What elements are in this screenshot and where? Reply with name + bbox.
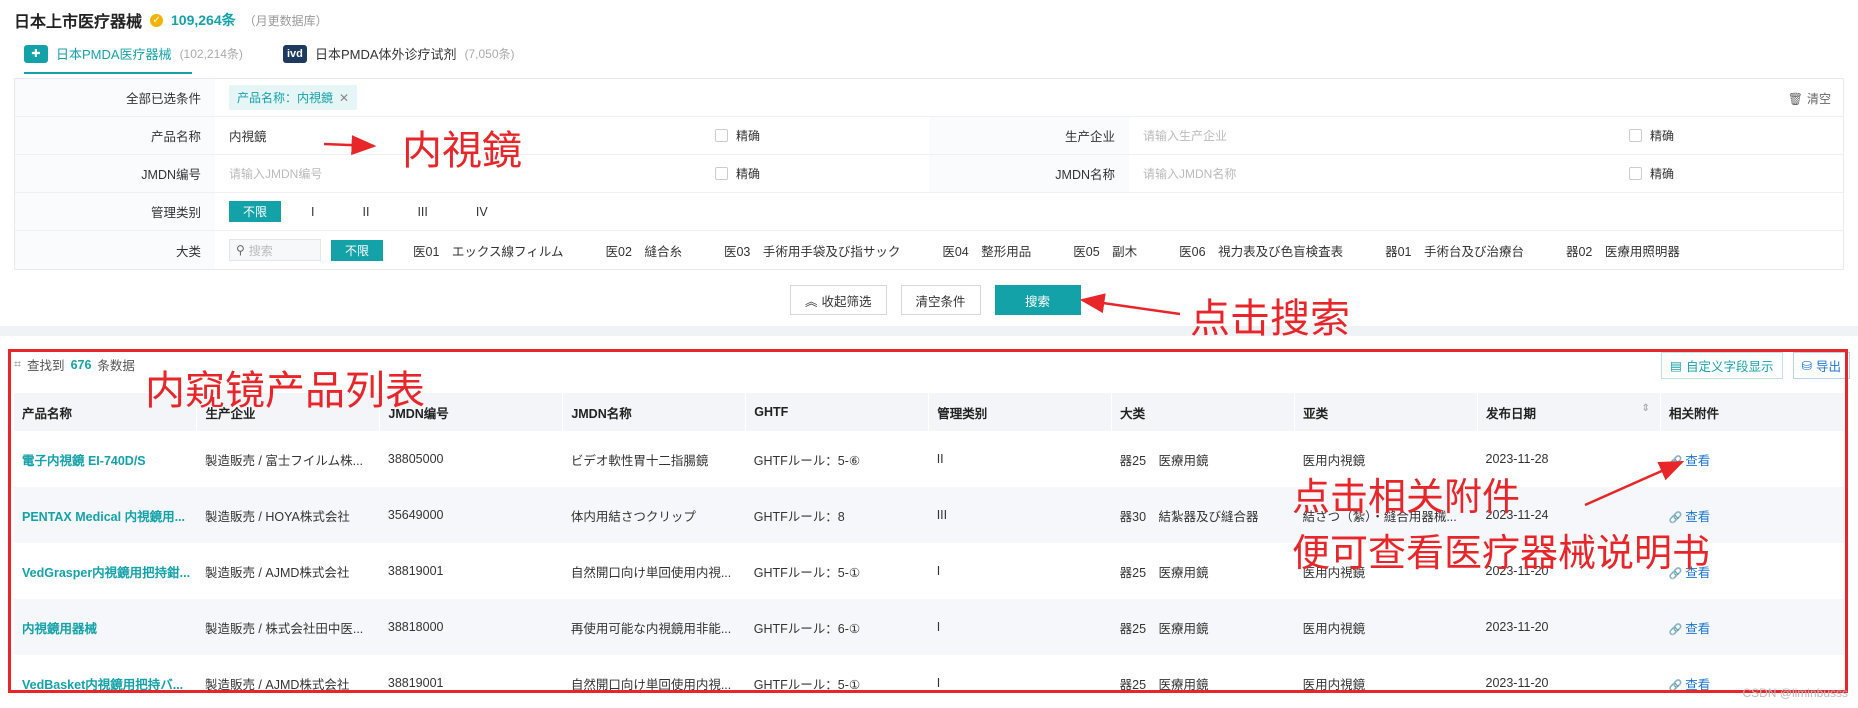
arrow-to-search bbox=[1079, 293, 1181, 316]
watermark: CSDN @liminbusss bbox=[1742, 686, 1848, 700]
arrow-to-input bbox=[323, 135, 377, 156]
annotation-arrows bbox=[323, 135, 1685, 507]
arrow-to-attachment bbox=[1584, 460, 1685, 507]
